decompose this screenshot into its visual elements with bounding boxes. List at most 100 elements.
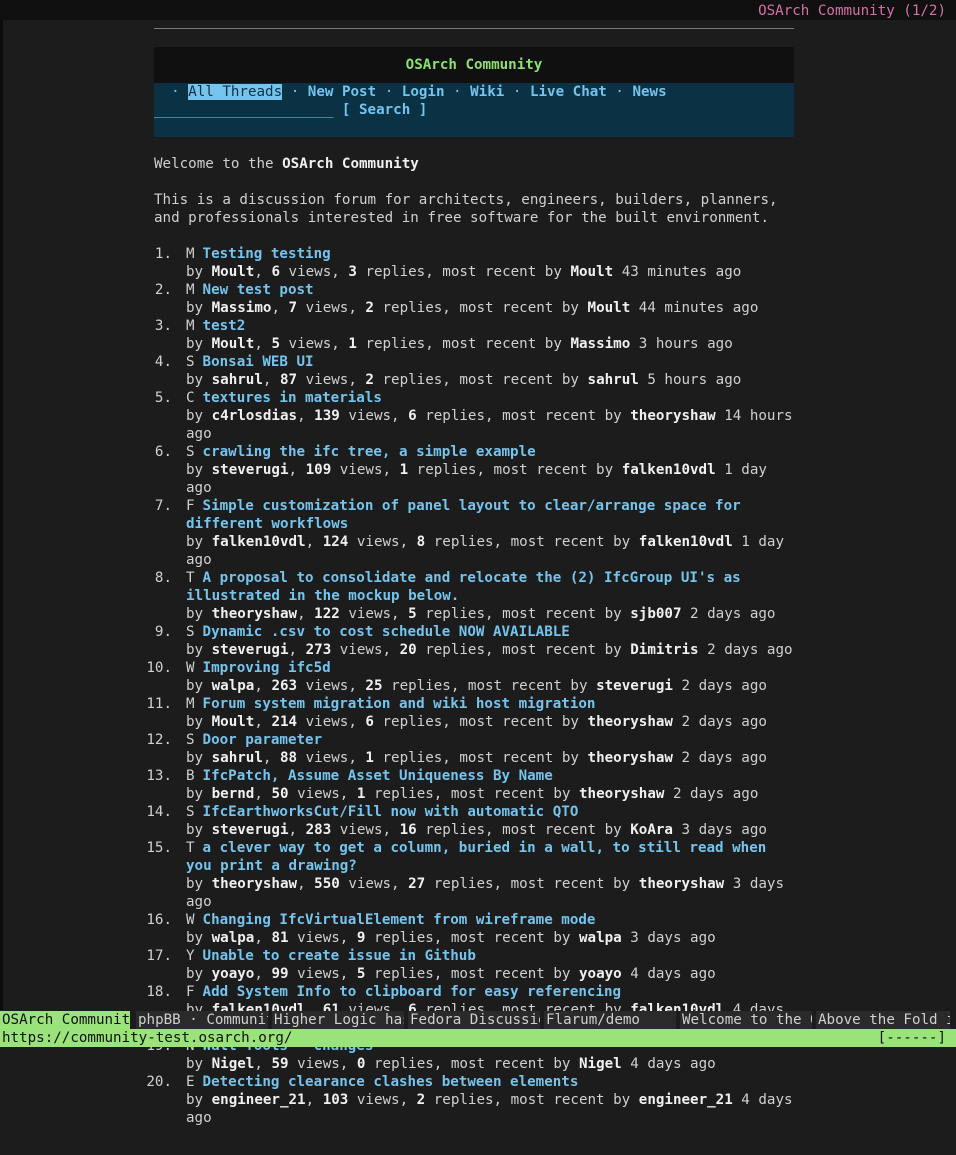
thread-author: Moult — [211, 714, 255, 730]
view-count: 550 — [314, 876, 340, 892]
thread-item: 10. W Improving ifc5d by walpa, 263 views, … — [146, 659, 794, 695]
tab-above-the-fold[interactable]: Above the Fold i — [816, 1011, 950, 1029]
reply-count: 1 — [356, 786, 366, 802]
thread-title-link[interactable]: IfcEarthworksCut/Fill now with automatic… — [203, 804, 579, 820]
thread-number: 10. — [146, 660, 172, 676]
thread-title-link[interactable]: a clever way to get a column, buried in … — [186, 840, 766, 874]
thread-title-link[interactable]: Add System Info to clipboard for easy re… — [203, 984, 622, 1000]
nav-link-new-post[interactable]: New Post — [308, 84, 376, 100]
thread-meta: by Nigel, 59 views, 0 replies, most rece… — [186, 1056, 716, 1072]
thread-number: 12. — [146, 732, 172, 748]
thread-number: 15. — [146, 840, 172, 856]
thread-title-link[interactable]: IfcPatch, Assume Asset Uniqueness By Nam… — [203, 768, 553, 784]
thread-author: steverugi — [211, 642, 289, 658]
current-url[interactable]: https://community-test.osarch.org/ — [2, 1029, 292, 1047]
recent-time: 3 hours ago — [638, 336, 733, 352]
intro-description: This is a discussion forum for architect… — [154, 192, 778, 226]
recent-time: 43 minutes ago — [621, 264, 742, 280]
thread-meta: by theoryshaw, 550 views, 27 replies, mo… — [186, 876, 784, 910]
recent-author: Dimitris — [630, 642, 699, 658]
tab-phpbb[interactable]: phpBB · Communit — [136, 1011, 268, 1029]
reply-count: 2 — [365, 372, 374, 388]
thread-item: 5. Ctextures in materials by c4rlosdias, 1… — [154, 389, 794, 443]
nav-link-live-chat[interactable]: Live Chat — [530, 84, 607, 100]
search-input[interactable]: _____________________ — [154, 102, 333, 118]
thread-title-link[interactable]: Bonsai WEB UI — [203, 354, 314, 370]
view-count: 103 — [322, 1092, 349, 1108]
view-count: 124 — [322, 534, 349, 550]
thread-meta: by sahrul, 88 views, 1 replies, most rec… — [186, 750, 767, 766]
recent-author: sjb007 — [630, 606, 682, 622]
recent-time: 5 hours ago — [647, 372, 742, 388]
recent-time: 4 days ago — [630, 966, 716, 982]
recent-author: falken10vdl — [638, 534, 733, 550]
url-bar: https://community-test.osarch.org/ [----… — [0, 1029, 956, 1047]
category-letter: M — [186, 696, 195, 712]
view-count: 109 — [305, 462, 332, 478]
tab-flarum-demo[interactable]: Flarum/demo — [544, 1011, 676, 1029]
thread-meta: by bernd, 50 views, 1 replies, most rece… — [186, 786, 759, 802]
thread-author: sahrul — [211, 372, 263, 388]
thread-number: 18. — [146, 984, 172, 1000]
category-letter: F — [186, 984, 195, 1000]
view-count: 139 — [314, 408, 340, 424]
category-letter: F — [186, 498, 195, 514]
reply-count: 1 — [348, 336, 357, 352]
thread-number: 7. — [154, 498, 172, 514]
thread-meta: by engineer_21, 103 views, 2 replies, mo… — [186, 1092, 793, 1126]
category-letter: T — [186, 840, 195, 856]
view-count: 59 — [271, 1056, 289, 1072]
thread-item: 20. E Detecting clearance clashes between … — [146, 1073, 794, 1127]
thread-title-link[interactable]: Forum system migration and wiki host mig… — [203, 696, 596, 712]
thread-item: 12. S Door parameter by sahrul, 88 views, 1… — [146, 731, 794, 767]
thread-meta: by steverugi, 273 views, 20 replies, mos… — [186, 642, 793, 658]
nav-link-news[interactable]: News — [632, 84, 666, 100]
tab-osarch-community[interactable]: OSArch Community — [0, 1011, 130, 1029]
category-letter: C — [186, 390, 195, 406]
recent-author: Moult — [587, 300, 631, 316]
recent-author: Moult — [570, 264, 614, 280]
view-count: 5 — [271, 336, 280, 352]
reply-count: 6 — [408, 408, 417, 424]
thread-number: 2. — [154, 282, 172, 298]
thread-title-link[interactable]: Simple customization of panel layout to … — [186, 498, 741, 532]
thread-title-link[interactable]: crawling the ifc tree, a simple example — [203, 444, 536, 460]
thread-title-link[interactable]: Improving ifc5d — [203, 660, 331, 676]
nav-link-all-threads[interactable]: All Threads — [188, 84, 283, 100]
thread-title-link[interactable]: A proposal to consolidate and relocate t… — [186, 570, 741, 604]
nav-link-wiki[interactable]: Wiki — [470, 84, 504, 100]
thread-meta: by yoayo, 99 views, 5 replies, most rece… — [186, 966, 716, 982]
reply-count: 20 — [399, 642, 417, 658]
category-letter: W — [186, 660, 195, 676]
tab-welcome[interactable]: Welcome to the O — [680, 1011, 812, 1029]
thread-title-link[interactable]: New test post — [203, 282, 314, 298]
thread-item: 11. M Forum system migration and wiki host… — [146, 695, 794, 731]
category-letter: B — [186, 768, 195, 784]
reply-count: 2 — [416, 1092, 426, 1108]
thread-title-link[interactable]: Detecting clearance clashes between elem… — [203, 1074, 579, 1090]
recent-author: theoryshaw — [587, 750, 673, 766]
thread-title-link[interactable]: Dynamic .csv to cost schedule NOW AVAILA… — [203, 624, 570, 640]
search-button[interactable]: [ Search ] — [342, 102, 427, 118]
recent-time: 3 days ago — [681, 822, 767, 838]
nav-link-login[interactable]: Login — [402, 84, 445, 100]
thread-author: theoryshaw — [211, 606, 298, 622]
thread-title-link[interactable]: Door parameter — [203, 732, 323, 748]
thread-item: 3. Mtest2 by Moult, 5 views, 1 replies, mo… — [154, 317, 794, 353]
thread-title-link[interactable]: Testing testing — [203, 246, 331, 262]
category-letter: E — [186, 1074, 195, 1090]
tab-fedora-discussion[interactable]: Fedora Discussio — [408, 1011, 540, 1029]
thread-item: 2. M New test post by Massimo, 7 views, 2 r… — [154, 281, 794, 317]
thread-author: sahrul — [211, 750, 263, 766]
reply-count: 5 — [356, 966, 366, 982]
thread-title-link[interactable]: Unable to create issue in Github — [203, 948, 476, 964]
view-count: 283 — [305, 822, 332, 838]
thread-title-link[interactable]: test2 — [203, 318, 246, 334]
category-letter: S — [186, 624, 195, 640]
recent-author: Nigel — [579, 1056, 622, 1072]
thread-meta: by c4rlosdias, 139 views, 6 replies, mos… — [186, 408, 793, 442]
thread-number: 6. — [154, 444, 172, 460]
thread-title-link[interactable]: textures in materials — [203, 390, 382, 406]
tab-higher-logic[interactable]: Higher Logic has — [272, 1011, 404, 1029]
thread-title-link[interactable]: Changing IfcVirtualElement from wirefram… — [203, 912, 596, 928]
